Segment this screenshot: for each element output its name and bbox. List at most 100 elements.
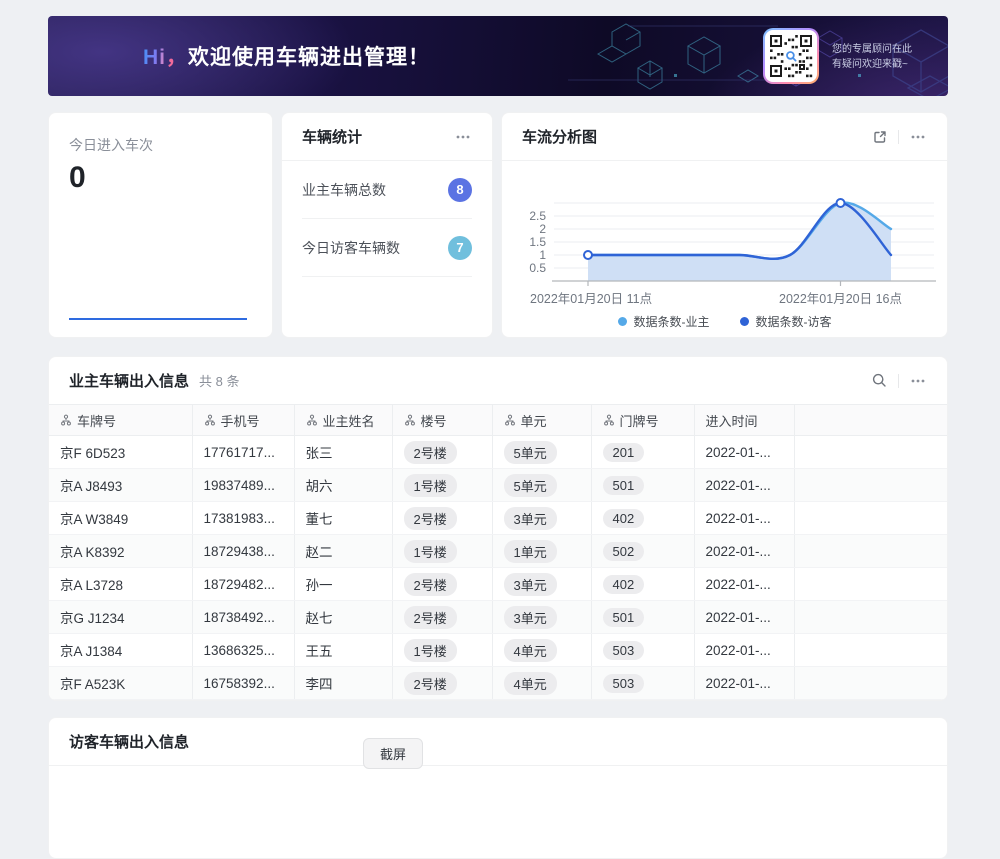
tag-pill: 2号楼 <box>404 672 457 695</box>
stats-item: 业主车辆总数 8 <box>302 161 472 219</box>
chart-data-marker <box>837 199 845 207</box>
search-icon[interactable] <box>871 372 888 389</box>
table-cell[interactable]: 503 <box>591 667 694 700</box>
column-header[interactable]: 业主姓名 <box>294 405 392 436</box>
table-cell[interactable]: 胡六 <box>294 469 392 502</box>
table-cell[interactable]: 5单元 <box>492 436 591 469</box>
table-cell[interactable]: 201 <box>591 436 694 469</box>
table-cell[interactable]: 2号楼 <box>392 667 492 700</box>
table-cell[interactable]: 张三 <box>294 436 392 469</box>
table-cell[interactable]: 李四 <box>294 667 392 700</box>
link-field-icon <box>404 414 416 426</box>
table-cell[interactable]: 3单元 <box>492 502 591 535</box>
column-header[interactable]: 单元 <box>492 405 591 436</box>
table-cell[interactable]: 2号楼 <box>392 502 492 535</box>
y-axis-tick-label: 2.5 <box>529 209 546 223</box>
column-header-filler <box>794 405 947 436</box>
export-icon[interactable] <box>872 129 888 145</box>
table-cell[interactable]: 京A L3728 <box>49 568 192 601</box>
traffic-chart-card: 车流分析图 0.511.522.52022年01月20日 11点2022年01月… <box>501 112 948 338</box>
more-icon[interactable] <box>909 128 927 146</box>
tag-pill: 402 <box>603 575 645 594</box>
column-header[interactable]: 手机号 <box>192 405 294 436</box>
tag-pill: 3单元 <box>504 573 557 596</box>
table-cell[interactable]: 4单元 <box>492 634 591 667</box>
table-cell[interactable]: 17381983... <box>192 502 294 535</box>
column-header-label: 手机号 <box>221 411 260 430</box>
table-cell[interactable]: 2022-01-... <box>694 535 794 568</box>
table-cell[interactable]: 1号楼 <box>392 535 492 568</box>
table-cell[interactable]: 19837489... <box>192 469 294 502</box>
table-cell[interactable]: 2号楼 <box>392 601 492 634</box>
table-cell[interactable]: 13686325... <box>192 634 294 667</box>
table-cell-filler <box>794 535 947 568</box>
table-cell[interactable]: 4单元 <box>492 667 591 700</box>
table-cell[interactable]: 5单元 <box>492 469 591 502</box>
table-cell[interactable]: 18729482... <box>192 568 294 601</box>
qr-code-icon <box>768 33 814 79</box>
y-axis-tick-label: 2 <box>539 222 546 236</box>
table-cell[interactable]: 京A K8392 <box>49 535 192 568</box>
table-cell[interactable]: 502 <box>591 535 694 568</box>
owner-vehicles-table: 车牌号 手机号 业主姓名 楼号 单元 门牌号进入时间 京F 6D52317761… <box>49 404 947 700</box>
table-cell[interactable]: 1号楼 <box>392 634 492 667</box>
table-cell[interactable]: 孙一 <box>294 568 392 601</box>
table-cell[interactable]: 16758392... <box>192 667 294 700</box>
more-icon[interactable] <box>909 372 927 390</box>
legend-item[interactable]: 数据条数-访客 <box>740 313 832 330</box>
vehicle-stats-list: 业主车辆总数 8今日访客车辆数 7 <box>282 161 492 277</box>
table-cell[interactable]: 京A J8493 <box>49 469 192 502</box>
table-cell[interactable]: 2号楼 <box>392 568 492 601</box>
table-cell[interactable]: 3单元 <box>492 601 591 634</box>
table-cell[interactable]: 京A W3849 <box>49 502 192 535</box>
tag-pill: 3单元 <box>504 507 557 530</box>
table-cell[interactable]: 2022-01-... <box>694 601 794 634</box>
table-cell[interactable]: 2022-01-... <box>694 568 794 601</box>
table-cell[interactable]: 京A J1384 <box>49 634 192 667</box>
table-cell[interactable]: 18729438... <box>192 535 294 568</box>
column-header[interactable]: 进入时间 <box>694 405 794 436</box>
screenshot-button[interactable]: 截屏 <box>363 738 423 769</box>
table-cell[interactable]: 2022-01-... <box>694 502 794 535</box>
consultant-qr-code <box>763 28 819 84</box>
table-cell[interactable]: 402 <box>591 568 694 601</box>
column-header[interactable]: 门牌号 <box>591 405 694 436</box>
table-cell[interactable]: 501 <box>591 601 694 634</box>
welcome-title: Hi，欢迎使用车辆进出管理！ <box>143 41 430 71</box>
table-cell[interactable]: 京G J1234 <box>49 601 192 634</box>
table-cell[interactable]: 501 <box>591 469 694 502</box>
table-cell[interactable]: 18738492... <box>192 601 294 634</box>
table-cell[interactable]: 3单元 <box>492 568 591 601</box>
table-cell[interactable]: 402 <box>591 502 694 535</box>
table-cell[interactable]: 17761717... <box>192 436 294 469</box>
today-entries-value: 0 <box>69 161 252 195</box>
legend-label: 数据条数-业主 <box>634 313 710 330</box>
qr-caption-line1: 您的专属顾问在此 <box>832 42 912 57</box>
table-cell[interactable]: 1单元 <box>492 535 591 568</box>
table-cell[interactable]: 赵七 <box>294 601 392 634</box>
traffic-line-chart: 0.511.522.52022年01月20日 11点2022年01月20日 16… <box>502 163 947 311</box>
table-cell[interactable]: 2022-01-... <box>694 469 794 502</box>
table-cell[interactable]: 王五 <box>294 634 392 667</box>
column-header[interactable]: 车牌号 <box>49 405 192 436</box>
divider <box>898 374 899 388</box>
column-header[interactable]: 楼号 <box>392 405 492 436</box>
table-cell[interactable]: 2号楼 <box>392 436 492 469</box>
y-axis-tick-label: 1.5 <box>529 235 546 249</box>
table-cell[interactable]: 2022-01-... <box>694 634 794 667</box>
today-entries-label: 今日进入车次 <box>69 135 252 155</box>
x-axis-tick-label: 2022年01月20日 11点 <box>530 292 652 306</box>
table-cell[interactable]: 赵二 <box>294 535 392 568</box>
table-cell[interactable]: 京F A523K <box>49 667 192 700</box>
table-cell-filler <box>794 568 947 601</box>
more-icon[interactable] <box>454 128 472 146</box>
table-cell[interactable]: 2022-01-... <box>694 667 794 700</box>
table-cell[interactable]: 董七 <box>294 502 392 535</box>
table-cell-filler <box>794 601 947 634</box>
table-cell[interactable]: 2022-01-... <box>694 436 794 469</box>
table-cell[interactable]: 京F 6D523 <box>49 436 192 469</box>
table-row: 京A J849319837489...胡六1号楼5单元5012022-01-..… <box>49 469 947 502</box>
legend-item[interactable]: 数据条数-业主 <box>618 313 710 330</box>
table-cell[interactable]: 1号楼 <box>392 469 492 502</box>
table-cell[interactable]: 503 <box>591 634 694 667</box>
